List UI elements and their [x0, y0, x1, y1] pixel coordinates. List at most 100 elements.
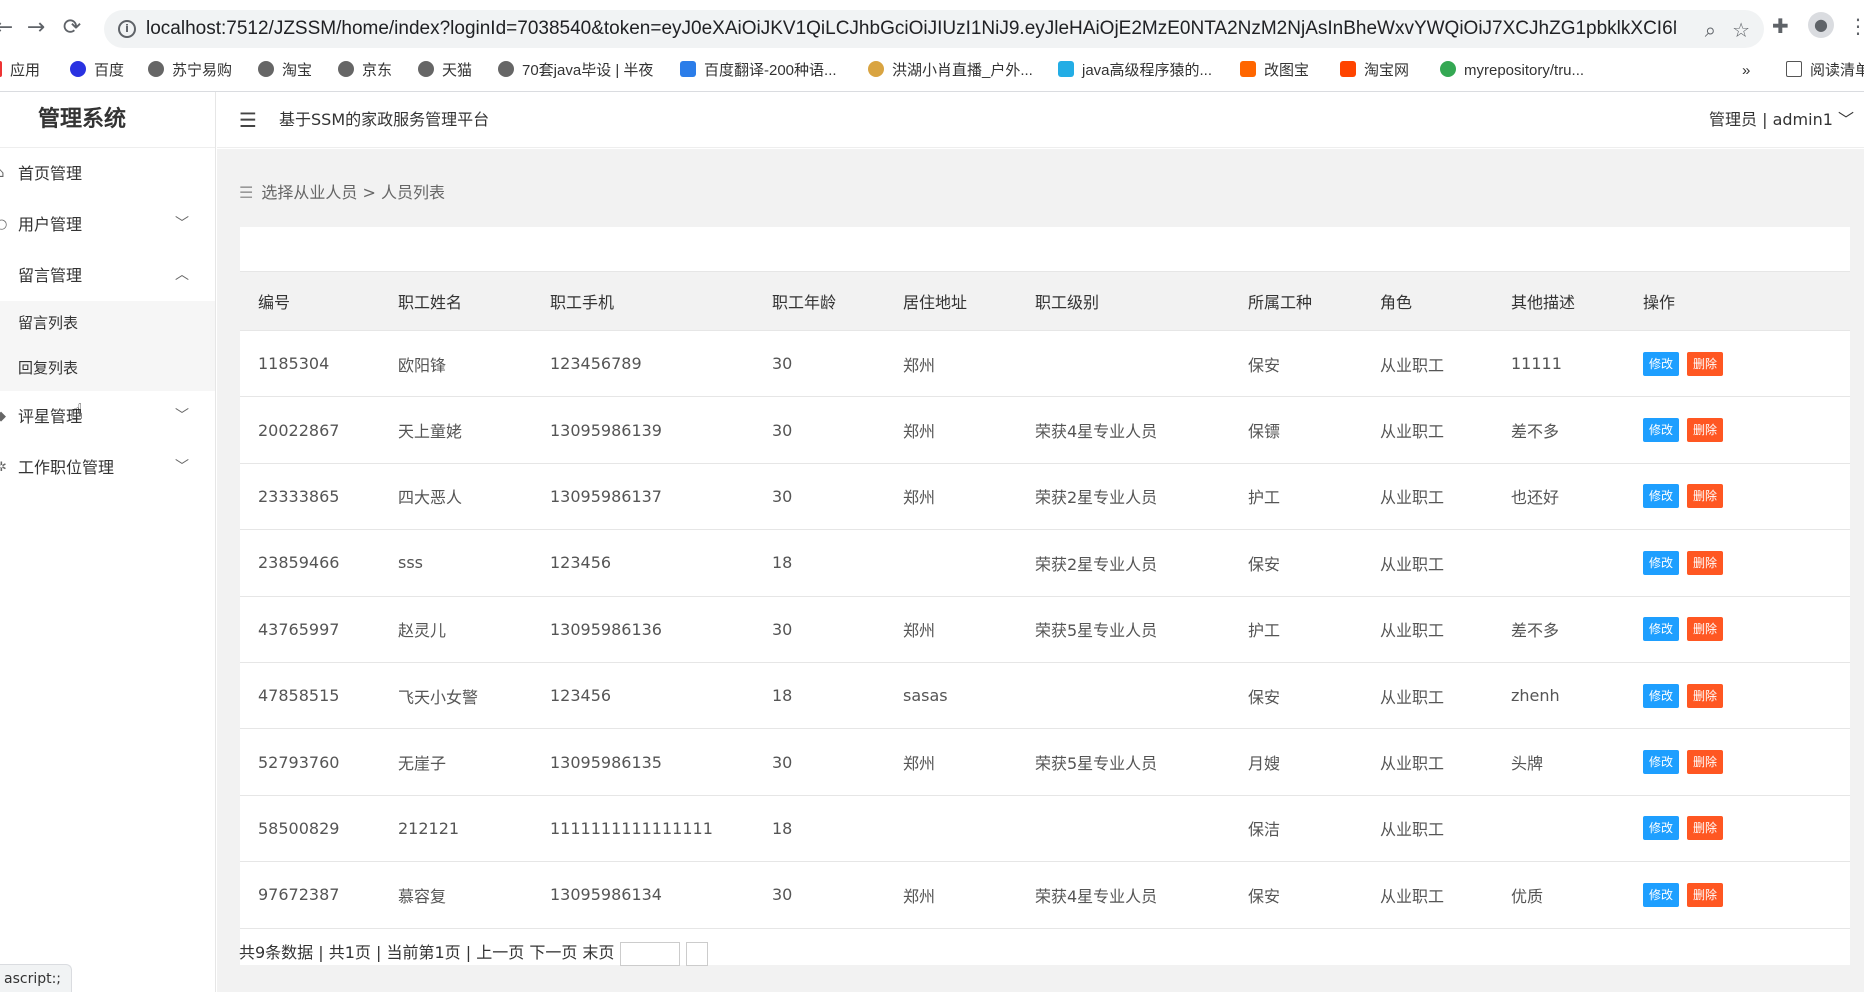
bookmark-honghu[interactable]: 洪湖小肖直播_户外...	[868, 56, 1033, 86]
cell-name: 无崖子	[380, 729, 532, 795]
table-row: 47858515飞天小女警12345618sasas保安从业职工zhenh修改删…	[240, 662, 1850, 728]
cell-role: 从业职工	[1362, 729, 1493, 795]
menu-kebab-icon[interactable]: ⋮	[1848, 14, 1864, 38]
cell-job: 保安	[1230, 662, 1362, 728]
page-input[interactable]	[620, 942, 680, 966]
cell-desc: zhenh	[1493, 662, 1625, 728]
cell-id: 20022867	[240, 397, 380, 463]
menu-toggle-icon[interactable]: ☰	[239, 108, 257, 132]
menu-positions[interactable]: ✲工作职位管理﹀	[0, 442, 215, 493]
cell-address	[885, 530, 1017, 596]
apps-icon	[0, 61, 2, 77]
delete-button[interactable]: 删除	[1687, 750, 1723, 774]
reading-list-icon	[1786, 61, 1802, 77]
cell-phone: 13095986134	[532, 862, 754, 928]
edit-button[interactable]: 修改	[1643, 684, 1679, 708]
cell-age: 18	[754, 530, 885, 596]
delete-button[interactable]: 删除	[1687, 484, 1723, 508]
delete-button[interactable]: 删除	[1687, 352, 1723, 376]
delete-button[interactable]: 删除	[1687, 816, 1723, 840]
edit-button[interactable]: 修改	[1643, 352, 1679, 376]
edit-button[interactable]: 修改	[1643, 418, 1679, 442]
cell-age: 30	[754, 397, 885, 463]
cell-desc: 11111	[1493, 331, 1625, 397]
cell-level: 荣获2星专业人员	[1017, 463, 1230, 529]
profile-icon[interactable]: ●	[1808, 12, 1834, 38]
bookmark-apps[interactable]: 应用	[0, 56, 40, 86]
sidebar-logo: 管理系统	[0, 92, 215, 148]
edit-button[interactable]: 修改	[1643, 883, 1679, 907]
col-actions: 操作	[1625, 272, 1850, 331]
bookmark-taobaowang[interactable]: 淘宝网	[1340, 56, 1409, 86]
taobao-icon	[1340, 61, 1356, 77]
cell-level: 荣获2星专业人员	[1017, 530, 1230, 596]
address-bar[interactable]: i localhost:7512/JZSSM/home/index?loginI…	[104, 10, 1764, 48]
user-menu[interactable]: 管理员 | admin1 ﹀	[1709, 92, 1854, 148]
bookmark-gaitubao[interactable]: 改图宝	[1240, 56, 1309, 86]
bookmarks-bar: 应用 百度 苏宁易购 淘宝 京东 天猫 70套java毕设 | 半夜 百度翻译-…	[0, 56, 1864, 86]
back-icon[interactable]: ←	[0, 14, 18, 42]
cell-address: sasas	[885, 662, 1017, 728]
delete-button[interactable]: 删除	[1687, 684, 1723, 708]
table-row: 1185304欧阳锋12345678930郑州保安从业职工11111修改删除	[240, 331, 1850, 397]
forward-icon[interactable]: →	[22, 14, 50, 42]
edit-button[interactable]: 修改	[1643, 750, 1679, 774]
cell-actions: 修改删除	[1625, 463, 1850, 529]
bookmark-suning[interactable]: 苏宁易购	[148, 56, 232, 86]
delete-button[interactable]: 删除	[1687, 418, 1723, 442]
cell-phone: 123456	[532, 530, 754, 596]
col-age: 职工年龄	[754, 272, 885, 331]
cell-phone: 123456	[532, 662, 754, 728]
zoom-icon[interactable]: ⌕	[1705, 18, 1716, 42]
menu-rating[interactable]: ◆评星管理﹀	[0, 391, 215, 442]
reload-icon[interactable]: ⟳	[58, 14, 86, 42]
cell-age: 30	[754, 331, 885, 397]
bilibili-icon	[1058, 61, 1074, 77]
bookmark-tmall[interactable]: 天猫	[418, 56, 472, 86]
main-content: ☰选择从业人员 > 人员列表 编号 职工姓名 职工手机 职工年龄 居住地址 职工…	[217, 149, 1864, 992]
submenu-reply-list[interactable]: 回复列表	[0, 346, 215, 391]
cell-role: 从业职工	[1362, 397, 1493, 463]
cell-id: 58500829	[240, 795, 380, 861]
cell-role: 从业职工	[1362, 862, 1493, 928]
cell-phone: 13095986137	[532, 463, 754, 529]
cell-desc: 也还好	[1493, 463, 1625, 529]
go-button[interactable]	[686, 942, 708, 966]
submenu-message-list[interactable]: 留言列表	[0, 301, 215, 346]
menu-users[interactable]: ○用户管理﹀	[0, 199, 215, 250]
bookmarks-overflow[interactable]: »	[1742, 56, 1750, 86]
edit-button[interactable]: 修改	[1643, 816, 1679, 840]
url-text[interactable]: localhost:7512/JZSSM/home/index?loginId=…	[146, 10, 1676, 48]
bookmark-repo[interactable]: myrepository/tru...	[1440, 56, 1584, 86]
bookmark-baidu[interactable]: 百度	[70, 56, 124, 86]
bookmark-fanyi[interactable]: 百度翻译-200种语...	[680, 56, 837, 86]
edit-button[interactable]: 修改	[1643, 484, 1679, 508]
delete-button[interactable]: 删除	[1687, 883, 1723, 907]
bookmark-taobao[interactable]: 淘宝	[258, 56, 312, 86]
cell-name: 飞天小女警	[380, 662, 532, 728]
table-card: 编号 职工姓名 职工手机 职工年龄 居住地址 职工级别 所属工种 角色 其他描述…	[240, 227, 1850, 965]
edit-button[interactable]: 修改	[1643, 551, 1679, 575]
bookmark-reading-list[interactable]: 阅读清单	[1786, 56, 1864, 86]
cell-actions: 修改删除	[1625, 795, 1850, 861]
extensions-icon[interactable]: ✚	[1772, 14, 1789, 38]
menu-messages[interactable]: ⁞留言管理︿	[0, 250, 215, 301]
bookmark-bili[interactable]: java高级程序猿的...	[1058, 56, 1212, 86]
breadcrumb-parent[interactable]: 选择从业人员	[261, 183, 357, 202]
menu-home[interactable]: ⌂首页管理	[0, 148, 215, 199]
delete-button[interactable]: 删除	[1687, 617, 1723, 641]
bookmark-jd[interactable]: 京东	[338, 56, 392, 86]
site-info-icon[interactable]: i	[118, 20, 136, 38]
star-icon[interactable]: ☆	[1732, 18, 1750, 42]
bookmark-java[interactable]: 70套java毕设 | 半夜	[498, 56, 653, 86]
chrome-icon	[1440, 61, 1456, 77]
cell-role: 从业职工	[1362, 530, 1493, 596]
pagination: 共9条数据 | 共1页 | 当前第1页 | 上一页 下一页 末页	[239, 939, 708, 966]
col-level: 职工级别	[1017, 272, 1230, 331]
cell-actions: 修改删除	[1625, 862, 1850, 928]
pager-text[interactable]: 共9条数据 | 共1页 | 当前第1页 | 上一页 下一页 末页	[239, 943, 614, 962]
edit-button[interactable]: 修改	[1643, 617, 1679, 641]
delete-button[interactable]: 删除	[1687, 551, 1723, 575]
cell-desc: 差不多	[1493, 397, 1625, 463]
cell-desc: 差不多	[1493, 596, 1625, 662]
